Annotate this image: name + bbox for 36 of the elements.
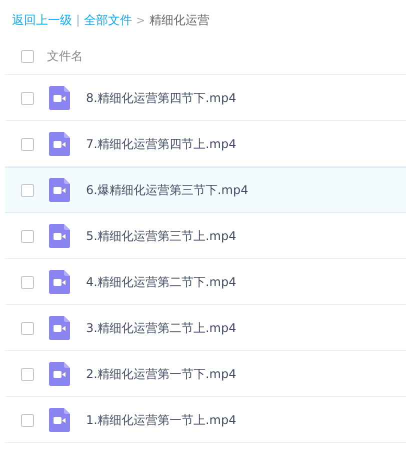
file-row[interactable]: 3.精细化运营第二节上.mp4 [5,305,406,351]
breadcrumb-arrow: > [136,14,146,26]
video-file-icon [49,86,70,110]
file-name[interactable]: 8.精细化运营第四节下.mp4 [86,90,236,106]
file-row[interactable]: 2.精细化运营第一节下.mp4 [5,351,406,397]
video-file-icon [49,408,70,432]
video-file-icon [49,132,70,156]
checkbox[interactable] [21,50,34,63]
separator: | [76,13,80,27]
file-name[interactable]: 7.精细化运营第四节上.mp4 [86,136,236,152]
file-name[interactable]: 5.精细化运营第三节上.mp4 [86,228,236,244]
file-name[interactable]: 3.精细化运营第二节上.mp4 [86,320,236,336]
video-file-icon [49,362,70,386]
checkbox[interactable] [21,276,34,288]
current-folder: 精细化运营 [149,12,210,28]
checkbox[interactable] [21,322,34,334]
checkbox[interactable] [21,184,34,196]
checkbox[interactable] [21,414,34,426]
checkbox[interactable] [21,368,34,380]
video-file-icon [49,178,70,202]
checkbox[interactable] [21,92,34,104]
file-row[interactable]: 4.精细化运营第二节下.mp4 [5,259,406,305]
video-file-icon [49,316,70,340]
file-row[interactable]: 8.精细化运营第四节下.mp4 [5,75,406,121]
file-row[interactable]: 6.爆精细化运营第三节下.mp4 [5,167,406,213]
video-file-icon [49,270,70,294]
file-row[interactable]: 1.精细化运营第一节上.mp4 [5,397,406,443]
video-file-icon [49,224,70,248]
file-name[interactable]: 4.精细化运营第二节下.mp4 [86,274,236,290]
file-name[interactable]: 1.精细化运营第一节上.mp4 [86,412,236,428]
column-header: 文件名 [47,48,83,65]
file-row[interactable]: 5.精细化运营第三节上.mp4 [5,213,406,259]
file-name[interactable]: 2.精细化运营第一节下.mp4 [86,366,236,382]
checkbox[interactable] [21,138,34,150]
checkbox[interactable] [21,230,34,242]
file-name[interactable]: 6.爆精细化运营第三节下.mp4 [86,182,248,198]
